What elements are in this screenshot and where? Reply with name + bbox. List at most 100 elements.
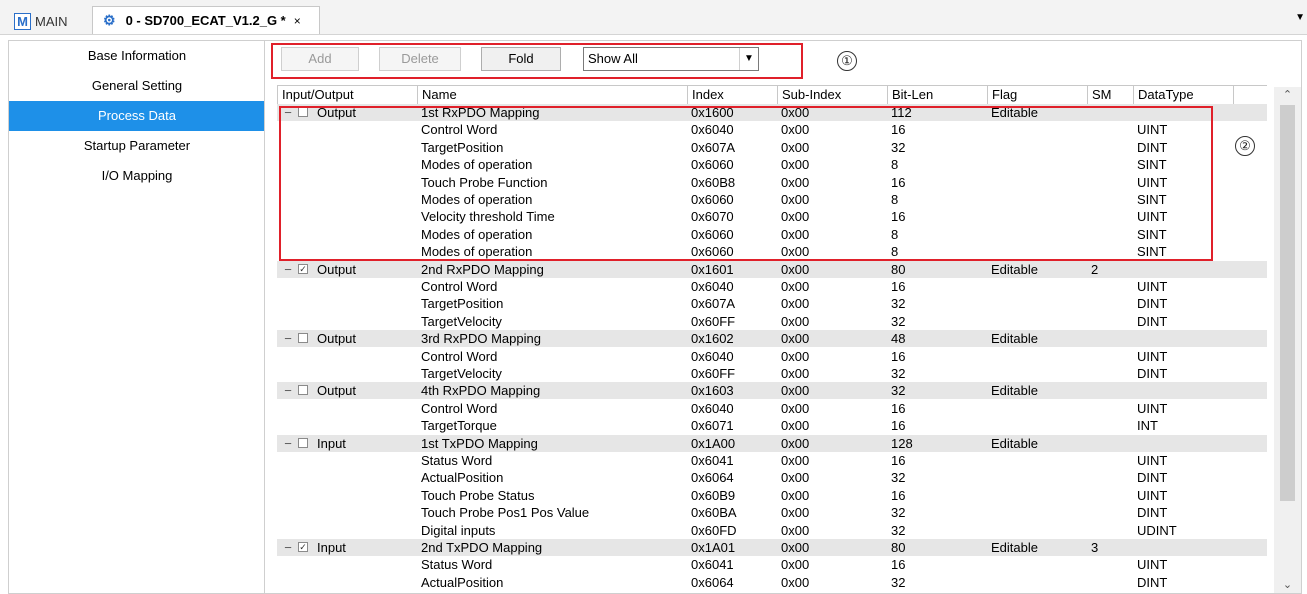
table-row[interactable]: ActualPosition 0x6064 0x00 32 DINT <box>277 574 1267 591</box>
tab-device[interactable]: ⚙ 0 - SD700_ECAT_V1.2_G * × <box>92 6 320 34</box>
sidebar-item[interactable]: Base Information <box>9 41 265 71</box>
cell-sm <box>1087 435 1133 452</box>
tab-device-label: 0 - SD700_ECAT_V1.2_G * <box>125 13 286 28</box>
sidebar-item[interactable]: Startup Parameter <box>9 131 265 161</box>
table-row[interactable]: Touch Probe Status 0x60B9 0x00 16 UINT <box>277 487 1267 504</box>
table-row[interactable]: TargetVelocity 0x60FF 0x00 32 DINT <box>277 313 1267 330</box>
cell-io <box>277 452 417 469</box>
cell-name: Status Word <box>421 557 493 573</box>
table-row[interactable]: Control Word 0x6040 0x00 16 UINT <box>277 278 1267 295</box>
cell-sub: 0x00 <box>781 366 810 381</box>
cell-flag <box>987 522 1087 539</box>
table-row[interactable]: TargetTorque 0x6071 0x00 16 INT <box>277 417 1267 434</box>
cell-index: 0x60FF <box>691 313 736 329</box>
table-row[interactable]: ActualPosition 0x6064 0x00 32 DINT <box>277 469 1267 486</box>
column-header[interactable]: DataType <box>1133 86 1233 104</box>
table-row[interactable]: TargetPosition 0x607A 0x00 32 DINT <box>277 295 1267 312</box>
collapse-icon[interactable]: − <box>283 261 293 278</box>
cell-flag: Editable <box>991 540 1038 555</box>
cell-name: ActualPosition <box>421 470 504 486</box>
cell-flag: Editable <box>991 435 1038 451</box>
cell-name: TargetVelocity <box>421 313 502 329</box>
cell-index: 0x6040 <box>691 279 734 294</box>
column-header[interactable]: Bit-Len <box>887 86 987 104</box>
collapse-icon[interactable]: − <box>283 330 293 347</box>
table-row[interactable]: Control Word 0x6040 0x00 16 UINT <box>277 348 1267 365</box>
cell-index: 0x1602 <box>691 331 734 347</box>
cell-index: 0x1A01 <box>691 540 736 555</box>
pdo-group-row[interactable]: − Output 4th RxPDO Mapping 0x1603 0x00 32 Edit… <box>277 382 1267 400</box>
cell-type: UINT <box>1137 557 1168 573</box>
cell-io <box>277 574 417 591</box>
table-row[interactable]: Digital inputs 0x60FD 0x00 32 UDINT <box>277 522 1267 539</box>
cell-name: Digital inputs <box>421 522 496 538</box>
cell-sub: 0x00 <box>781 453 810 468</box>
scroll-up-icon[interactable]: ⌃ <box>1274 87 1301 103</box>
cell-flag <box>987 469 1087 486</box>
cell-bits: 32 <box>891 313 906 329</box>
tab-dropdown-icon[interactable]: ▼ <box>1295 12 1305 23</box>
sidebar-item[interactable]: Process Data <box>9 101 265 131</box>
cell-flag <box>987 487 1087 504</box>
cell-sub: 0x00 <box>781 540 810 555</box>
cell-io <box>277 278 417 295</box>
table-row[interactable]: Control Word 0x6040 0x00 16 UINT <box>277 400 1267 417</box>
scroll-down-icon[interactable]: ⌄ <box>1274 577 1301 593</box>
cell-sub: 0x00 <box>781 400 810 416</box>
enable-checkbox[interactable]: ✓ <box>298 542 308 552</box>
column-header[interactable]: Index <box>687 86 777 104</box>
sidebar-item[interactable]: General Setting <box>9 71 265 101</box>
cell-bits: 16 <box>891 418 906 434</box>
cell-name: 4th RxPDO Mapping <box>421 383 541 399</box>
sidebar-item[interactable]: I/O Mapping <box>9 161 265 191</box>
collapse-icon[interactable]: − <box>283 539 293 556</box>
cell-type <box>1133 539 1233 556</box>
enable-checkbox[interactable]: ✓ <box>298 263 308 274</box>
collapse-icon[interactable]: − <box>283 382 293 399</box>
pdo-group-row[interactable]: − Output 3rd RxPDO Mapping 0x1602 0x00 48 Edit… <box>277 330 1267 348</box>
enable-checkbox[interactable] <box>298 385 308 396</box>
close-icon[interactable]: × <box>294 14 301 28</box>
cell-bits: 32 <box>891 366 906 381</box>
table-header: Input/Output Name Index Sub-Index Bit-Len Fla… <box>277 85 1267 105</box>
cell-sm <box>1087 348 1133 365</box>
cell-io <box>277 365 417 382</box>
table-row[interactable]: Status Word 0x6041 0x00 16 UINT <box>277 452 1267 469</box>
tab-main[interactable]: M MAIN <box>14 8 68 34</box>
column-header[interactable]: Name <box>417 86 687 104</box>
cell-bits: 32 <box>891 522 906 538</box>
cell-name: Control Word <box>421 400 498 416</box>
cell-name: TargetPosition <box>421 296 504 312</box>
pdo-group-row[interactable]: − ✓ Output 2nd RxPDO Mapping 0x1601 0x00 80 Edi… <box>277 260 1267 278</box>
pdo-group-row[interactable]: − Input 1st TxPDO Mapping 0x1A00 0x00 128 Edit… <box>277 434 1267 452</box>
enable-checkbox[interactable] <box>298 437 308 448</box>
column-header[interactable]: Input/Output <box>277 86 417 104</box>
cell-type: UDINT <box>1137 522 1177 538</box>
table-row[interactable]: TargetVelocity 0x60FF 0x00 32 DINT <box>277 365 1267 382</box>
scroll-thumb[interactable] <box>1280 105 1295 501</box>
cell-sub: 0x00 <box>781 470 810 486</box>
table-row[interactable]: Touch Probe Pos1 Pos Value 0x60BA 0x00 32 DI… <box>277 504 1267 521</box>
collapse-icon[interactable]: − <box>283 435 293 452</box>
cell-sub: 0x00 <box>781 522 810 538</box>
cell-sm <box>1087 365 1133 382</box>
cell-io <box>277 469 417 486</box>
column-header[interactable]: Flag <box>987 86 1087 104</box>
cell-index: 0x6071 <box>691 418 734 434</box>
io-cell: − ✓ Input <box>277 539 417 556</box>
table-row[interactable]: Status Word 0x6041 0x00 16 UINT <box>277 556 1267 573</box>
pdo-group-row[interactable]: − ✓ Input 2nd TxPDO Mapping 0x1A01 0x00 80 Edit… <box>277 539 1267 556</box>
column-header[interactable]: SM <box>1087 86 1133 104</box>
cell-sub: 0x00 <box>781 435 810 451</box>
cell-bits: 16 <box>891 348 906 364</box>
cell-io <box>277 487 417 504</box>
gear-icon: ⚙ <box>103 12 116 28</box>
vertical-scrollbar[interactable]: ⌃ ⌄ <box>1274 87 1301 593</box>
cell-sm <box>1087 522 1133 539</box>
enable-checkbox[interactable] <box>298 333 308 344</box>
cell-bits: 32 <box>891 383 906 399</box>
column-header[interactable]: Sub-Index <box>777 86 887 104</box>
cell-flag: Editable <box>991 261 1038 277</box>
cell-index: 0x1603 <box>691 383 734 399</box>
cell-sm <box>1087 417 1133 434</box>
